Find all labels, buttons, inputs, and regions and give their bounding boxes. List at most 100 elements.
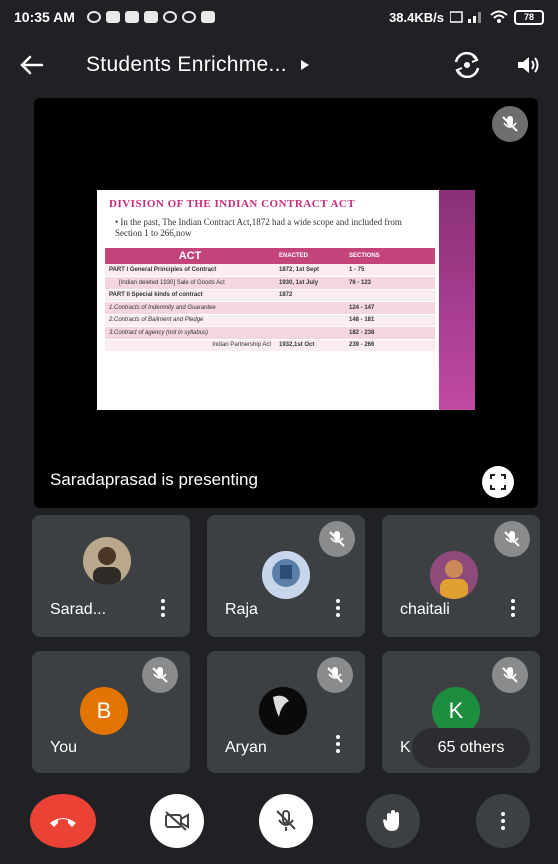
wifi-icon [490, 10, 508, 23]
meeting-top-bar: Students Enrichme... [0, 40, 558, 90]
mic-toggle-button[interactable] [259, 794, 313, 848]
presentation-view[interactable]: DIVISION OF THE INDIAN CONTRACT ACT • In… [34, 98, 538, 508]
participant-name: K [400, 739, 411, 756]
back-arrow-icon[interactable] [18, 54, 44, 76]
avatar [83, 537, 131, 585]
slide-cell: 1 - 75 [345, 264, 435, 277]
notification-icon [124, 11, 139, 23]
notification-icon [105, 11, 120, 23]
slide-title: DIVISION OF THE INDIAN CONTRACT ACT [109, 198, 356, 210]
hang-up-icon [50, 818, 76, 827]
notification-icons [86, 11, 215, 23]
presentation-slide: DIVISION OF THE INDIAN CONTRACT ACT • In… [97, 190, 475, 410]
avatar [430, 551, 478, 599]
speaker-icon[interactable] [516, 54, 540, 76]
slide-cell: 2.Contracts of Bailment and Pledge [105, 314, 275, 327]
mic-off-icon [494, 521, 530, 557]
camera-toggle-button[interactable] [150, 794, 204, 848]
more-vert-icon [501, 812, 505, 830]
slide-cell: [Indian deleted 1930] Sale of Goods Act [105, 276, 275, 290]
fullscreen-icon [490, 474, 506, 490]
signal-icon [450, 11, 481, 23]
slide-cell: 1872, 1st Sept [275, 264, 345, 277]
participant-tile[interactable]: chaitali [382, 515, 540, 637]
slide-cell: PART II Special kinds of contract [105, 289, 275, 302]
slide-body-text: • In the past, The Indian Contract Act,1… [115, 217, 402, 238]
mic-off-icon [492, 657, 528, 693]
slide-accent-band [439, 190, 475, 410]
presenter-mic-off-icon [492, 106, 528, 142]
avatar-photo [262, 551, 310, 599]
slide-header-enacted: ENACTED [275, 248, 345, 264]
slide-cell [345, 289, 435, 302]
participant-name: chaitali [400, 601, 450, 618]
end-call-button[interactable] [30, 794, 96, 848]
avatar-photo [430, 551, 478, 599]
fullscreen-button[interactable] [482, 466, 514, 498]
participant-menu-icon[interactable] [335, 735, 341, 753]
slide-table-row: Indian Partnership Act 1932,1st Oct 239 … [105, 339, 435, 352]
avatar [262, 551, 310, 599]
meeting-title-text: Students Enrichme... [86, 53, 287, 76]
slide-cell [275, 301, 345, 315]
participant-name: Aryan [225, 739, 267, 756]
switch-camera-icon[interactable] [452, 52, 482, 78]
mic-off-glyph [502, 667, 518, 683]
meeting-title[interactable]: Students Enrichme... [86, 53, 309, 77]
notification-icon [200, 11, 215, 23]
mic-off-glyph [152, 667, 168, 683]
status-time: 10:35 AM [14, 9, 75, 25]
slide-header-act: ACT [105, 248, 275, 264]
participant-tile-self[interactable]: B You [32, 651, 190, 773]
more-options-button[interactable] [476, 794, 530, 848]
slide-cell: 124 - 147 [345, 301, 435, 315]
avatar: B [80, 687, 128, 735]
avatar-photo [259, 687, 307, 735]
call-controls [0, 780, 558, 864]
slide-cell: 76 - 123 [345, 276, 435, 290]
alarm-icon [181, 11, 196, 23]
notification-icon [162, 11, 177, 23]
camera-off-icon [165, 811, 189, 831]
net-speed: 38.4KB/s [389, 9, 444, 25]
whatsapp-icon [86, 11, 101, 23]
slide-table-header: ACT ENACTED SECTIONS [105, 248, 435, 264]
participant-menu-icon[interactable] [510, 599, 516, 617]
participant-name: Raja [225, 601, 258, 618]
participant-name: Sarad... [50, 601, 107, 618]
notification-icon [143, 11, 158, 23]
mic-off-icon [319, 521, 355, 557]
presenting-label: Saradaprasad is presenting [50, 470, 258, 489]
participant-tile[interactable]: Raja [207, 515, 365, 637]
slide-table-row: 2.Contracts of Bailment and Pledge 148 -… [105, 314, 435, 327]
slide-cell [275, 314, 345, 327]
participant-name: You [50, 739, 77, 756]
chevron-right-icon [300, 60, 309, 70]
status-right: 38.4KB/s 78 [389, 9, 544, 25]
slide-cell: 3.Contract of agency (not in syllabus) [105, 326, 275, 340]
others-chip[interactable]: 65 others [412, 728, 530, 768]
mic-off-icon [276, 810, 296, 831]
participant-tile[interactable]: Aryan [207, 651, 365, 773]
top-actions [452, 52, 540, 78]
avatar-photo [83, 537, 131, 585]
slide-cell: 1930, 1st July [275, 276, 345, 290]
slide-cell: PART I General Principles of Contract [105, 264, 275, 277]
raise-hand-button[interactable] [366, 794, 420, 848]
slide-table-row: PART II Special kinds of contract 1872 [105, 289, 435, 302]
hand-icon [383, 810, 399, 831]
status-bar: 10:35 AM 38.4KB/s 78 [0, 0, 558, 34]
slide-table-row: 1.Contracts of Indemnity and Guarantee 1… [105, 301, 435, 315]
mic-off-glyph [504, 531, 520, 547]
slide-table-row: 3.Contract of agency (not in syllabus) 1… [105, 326, 435, 340]
mic-off-glyph [327, 667, 343, 683]
slide-cell [275, 326, 345, 340]
slide-cell: 1.Contracts of Indemnity and Guarantee [105, 301, 275, 315]
participant-tile[interactable]: Sarad... [32, 515, 190, 637]
avatar [259, 687, 307, 735]
participant-menu-icon[interactable] [335, 599, 341, 617]
slide-cell: 182 - 238 [345, 326, 435, 340]
mic-off-glyph [329, 531, 345, 547]
participant-menu-icon[interactable] [160, 599, 166, 617]
status-left: 10:35 AM [14, 9, 215, 25]
